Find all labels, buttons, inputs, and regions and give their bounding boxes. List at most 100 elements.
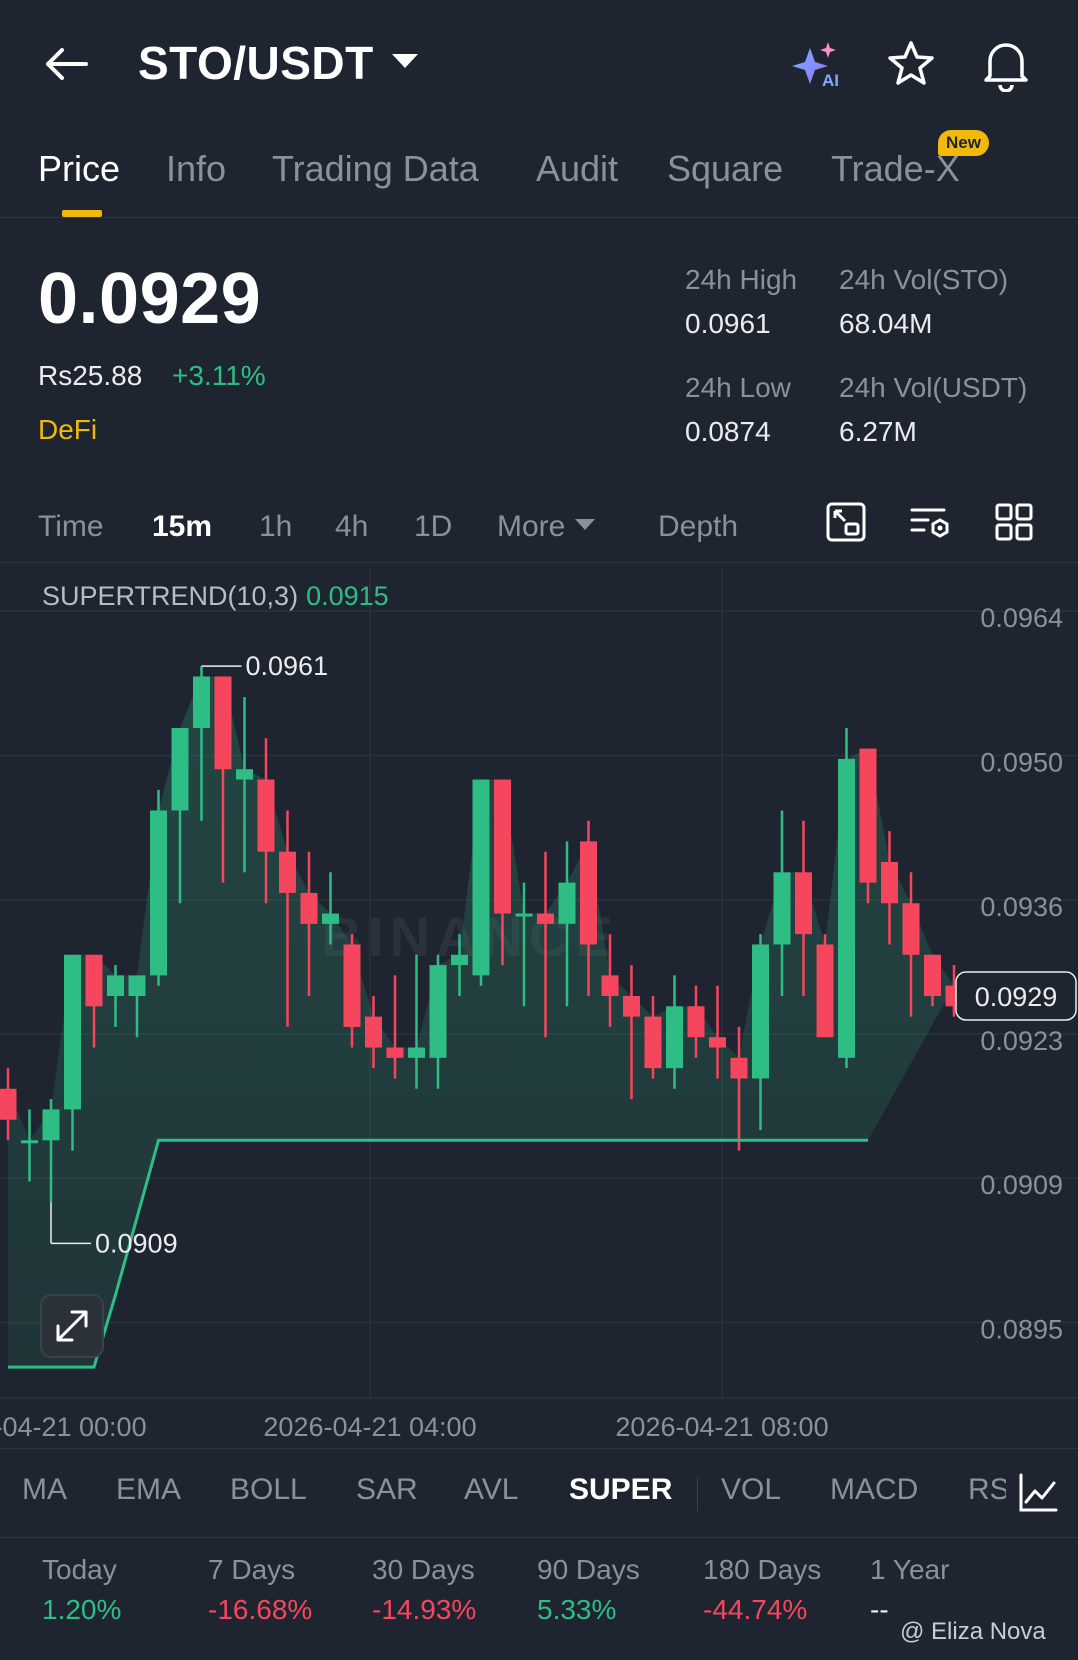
tab-bar: Price Info Trading Data Audit Square Tra… [0,130,1078,218]
pair-selector[interactable]: STO/USDT [138,36,418,90]
candle-body [0,1088,17,1120]
low-marker-label: 0.0909 [95,1228,178,1258]
y-tick-label: 0.0909 [980,1170,1063,1200]
candle [859,748,877,904]
interval-15m[interactable]: 15m [152,510,212,544]
new-badge: New [938,130,989,156]
perf-label-180d: 180 Days [703,1554,822,1585]
candle-body [193,676,210,728]
candle-body [666,1006,683,1069]
tab-audit[interactable]: Audit [536,148,618,190]
tab-info[interactable]: Info [166,148,226,190]
perf-label-7d: 7 Days [208,1554,296,1585]
indicator-settings-icon[interactable] [1016,1471,1060,1515]
high-marker-label: 0.0961 [246,651,329,681]
indicator-macd[interactable]: MACD [830,1473,918,1507]
candle-body [236,769,253,780]
candle-body [709,1037,726,1048]
candle-body [150,810,167,976]
candle [472,779,490,986]
interval-4h[interactable]: 4h [335,510,368,544]
candle-body [623,996,640,1017]
indicator-boll[interactable]: BOLL [230,1473,307,1507]
indicator-sar[interactable]: SAR [356,1473,418,1507]
perf-value-30d: -14.93% [372,1594,477,1625]
indicator-rsi[interactable]: RS [968,1473,1010,1507]
grid-layout-icon[interactable] [992,500,1036,544]
indicator-ma[interactable]: MA [22,1473,67,1507]
indicator-ema[interactable]: EMA [116,1473,181,1507]
x-tick-label: 2026-04-21 00:00 [0,1412,147,1442]
indicator-bar: MA EMA BOLL SAR AVL SUPER VOL MACD RS [0,1448,1078,1538]
top-bar: STO/USDT AI [0,0,1078,125]
tab-trading-data[interactable]: Trading Data [272,148,479,190]
active-tab-indicator [62,210,102,217]
candle-body [881,862,898,904]
tab-square[interactable]: Square [667,148,783,190]
vol-quote-value: 6.27M [839,416,917,447]
indicator-value: 0.0915 [306,581,389,611]
candle [644,996,662,1079]
indicator-label: SUPERTREND(10,3) 0.0915 [42,581,389,611]
high-label: 24h High [685,264,798,295]
y-tick-label: 0.0895 [980,1314,1063,1344]
candle-body [730,1057,748,1079]
fiat-price: Rs25.88 [38,360,143,391]
y-tick-label: 0.0964 [980,603,1063,633]
candle-body [558,882,576,924]
perf-value-today: 1.20% [42,1594,122,1625]
candle-body [924,954,941,996]
interval-1h[interactable]: 1h [259,510,292,544]
interval-more[interactable]: More [497,510,596,544]
indicator-avl[interactable]: AVL [464,1473,518,1507]
interval-time[interactable]: Time [38,510,104,544]
indicator-name: SUPERTREND(10,3) [42,581,298,611]
candle-body [128,975,146,996]
candle-body [42,1109,60,1141]
candle-body [171,728,189,811]
svg-text:AI: AI [822,71,839,90]
fullscreen-button[interactable] [40,1294,104,1358]
candle-body [386,1047,404,1058]
candle-body [494,779,511,914]
interval-more-label: More [497,510,566,543]
candle-body [429,965,447,1058]
indicator-vol[interactable]: VOL [721,1473,781,1507]
x-axis: 2026-04-21 00:00 2026-04-21 04:00 2026-04-… [0,1412,829,1442]
interval-1d[interactable]: 1D [414,510,452,544]
chart-resize-icon[interactable] [824,500,868,544]
current-price-marker: 0.0929 [955,971,1077,1021]
candle-body [365,1016,382,1048]
candle-body [343,944,361,1027]
chart-settings-icon[interactable] [908,500,952,544]
ai-sparkle-icon[interactable]: AI [790,40,846,90]
y-tick-label: 0.0950 [980,748,1063,778]
candle-body [795,872,812,935]
chevron-down-icon [391,53,418,68]
candle-body [257,779,275,852]
indicator-super[interactable]: SUPER [569,1473,672,1507]
price-change: +3.11% [172,360,266,391]
back-arrow-icon[interactable] [40,38,92,90]
category-tag[interactable]: DeFi [38,414,97,446]
star-icon[interactable] [885,38,937,90]
x-tick-label: 2026-04-21 08:00 [615,1412,828,1442]
candle [838,728,855,1069]
candlestick-chart[interactable]: BINANCE 0.09640.09500.09360.09230.09090.… [0,568,1078,1448]
candle-body [537,913,554,924]
candle-body [838,758,855,1058]
perf-value-90d: 5.33% [537,1594,617,1625]
depth-toggle[interactable]: Depth [658,510,738,544]
candle-body [644,1016,662,1069]
bell-icon[interactable] [980,36,1032,92]
candle-body [752,944,769,1079]
indicator-divider [697,1477,698,1511]
tab-price[interactable]: Price [38,148,120,190]
interval-bar: Time 15m 1h 4h 1D More Depth [0,490,1078,563]
candle-body [773,872,791,945]
candle-body [279,851,296,893]
perf-label-today: Today [42,1554,117,1585]
candle-body [859,748,877,883]
candle-body [816,944,834,1038]
perf-label-1y: 1 Year [870,1554,950,1585]
